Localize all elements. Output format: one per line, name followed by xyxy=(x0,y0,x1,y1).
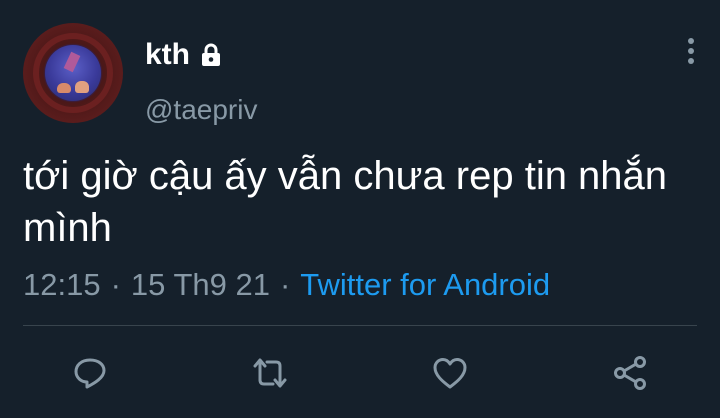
reply-icon xyxy=(74,358,106,389)
avatar[interactable] xyxy=(23,23,123,123)
more-vertical-icon[interactable] xyxy=(680,36,702,68)
meta-separator: · xyxy=(279,267,291,302)
tweet-date: 15 Th9 21 xyxy=(130,267,270,302)
tweet-source-link[interactable]: Twitter for Android xyxy=(300,267,550,302)
heart-icon xyxy=(433,358,467,389)
avatar-figure xyxy=(57,83,71,93)
tweet-text: tới giờ cậu ấy vẫn chưa rep tin nhắn mìn… xyxy=(23,154,668,250)
action-bar xyxy=(0,345,720,401)
tweet-meta: 12:15 · 15 Th9 21 · Twitter for Android xyxy=(23,267,550,303)
author-handle[interactable]: @taepriv xyxy=(145,94,257,126)
retweet-button[interactable] xyxy=(242,345,298,401)
share-button[interactable] xyxy=(602,345,658,401)
retweet-icon xyxy=(253,358,287,388)
avatar-figure xyxy=(75,81,89,93)
share-icon xyxy=(614,356,646,390)
divider xyxy=(23,325,697,326)
author-name-row: kth xyxy=(145,38,224,72)
tweet-time: 12:15 xyxy=(23,267,101,302)
author-name[interactable]: kth xyxy=(145,38,190,72)
reply-button[interactable] xyxy=(62,345,118,401)
like-button[interactable] xyxy=(422,345,478,401)
meta-separator: · xyxy=(110,267,121,302)
lock-icon xyxy=(198,42,224,68)
